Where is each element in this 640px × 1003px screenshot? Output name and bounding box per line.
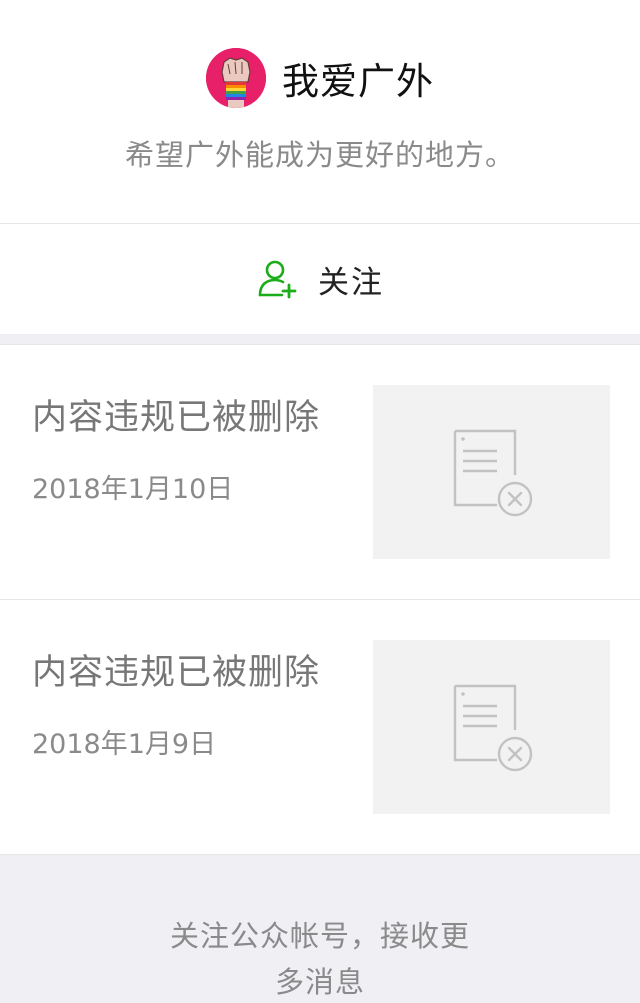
follow-button[interactable]: 关注 (0, 224, 640, 334)
footer: 关注公众帐号，接收更多消息 (0, 855, 640, 1003)
article-thumbnail (373, 385, 610, 559)
account-profile-page: 我爱广外 希望广外能成为更好的地方。 关注 内容违规已被删除 2018年1月10… (0, 0, 640, 1003)
article-title: 内容违规已被删除 (32, 653, 321, 693)
article-thumbnail (373, 640, 610, 814)
article-date: 2018年1月10日 (32, 474, 234, 505)
account-header: 我爱广外 希望广外能成为更好的地方。 (0, 0, 640, 223)
deleted-document-icon (453, 429, 532, 517)
avatar[interactable] (206, 48, 266, 108)
article-date: 2018年1月9日 (32, 729, 217, 760)
add-user-icon (258, 260, 297, 299)
article-item[interactable]: 内容违规已被删除 2018年1月9日 (0, 600, 640, 855)
raised-fist-rainbow-icon (206, 48, 266, 108)
follow-label: 关注 (318, 264, 384, 301)
article-item[interactable]: 内容违规已被删除 2018年1月10日 (0, 345, 640, 600)
account-description: 希望广外能成为更好的地方。 (124, 138, 515, 172)
follow-prompt-text: 关注公众帐号，接收更多消息 (169, 919, 470, 999)
account-name: 我爱广外 (282, 60, 434, 103)
deleted-document-icon (453, 684, 532, 772)
section-separator (0, 334, 640, 344)
account-title-row: 我爱广外 (0, 46, 640, 110)
article-title: 内容违规已被删除 (32, 398, 321, 438)
